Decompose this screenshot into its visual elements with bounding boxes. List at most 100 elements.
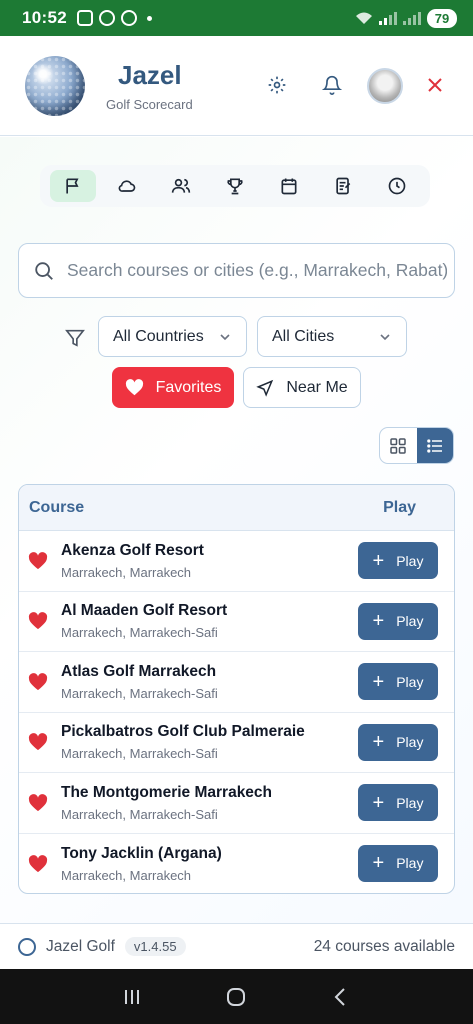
courses-count: 24 courses available xyxy=(313,937,455,955)
fingerprint-icon xyxy=(120,10,137,26)
tab-history[interactable] xyxy=(374,170,420,202)
gear-icon xyxy=(268,76,286,94)
table-row[interactable]: Tony Jacklin (Argana) Marrakech, Marrake… xyxy=(19,834,454,894)
status-circle-icon xyxy=(18,937,36,956)
play-button[interactable]: + Play xyxy=(358,784,438,821)
course-name: Tony Jacklin (Argana) xyxy=(61,844,222,862)
tab-courses[interactable] xyxy=(50,170,96,202)
favorite-heart-icon[interactable] xyxy=(28,733,48,751)
flag-icon xyxy=(66,178,79,194)
course-info: Akenza Golf Resort Marrakech, Marrakech xyxy=(61,542,204,580)
plus-icon: + xyxy=(372,731,385,753)
course-info: Tony Jacklin (Argana) Marrakech, Marrake… xyxy=(61,845,222,883)
plus-icon: + xyxy=(372,610,385,632)
course-name: Akenza Golf Resort xyxy=(61,541,204,559)
app-footer: Jazel Golf v1.4.55 24 courses available xyxy=(0,923,473,969)
play-button[interactable]: + Play xyxy=(358,663,438,700)
favorite-heart-icon[interactable] xyxy=(28,854,48,873)
table-row[interactable]: Al Maaden Golf Resort Marrakech, Marrake… xyxy=(19,592,454,652)
course-location: Marrakech, Marrakech xyxy=(61,564,192,580)
course-name: The Montgomerie Marrakech xyxy=(61,783,273,801)
tab-weather[interactable] xyxy=(104,170,150,202)
near-me-button[interactable]: Near Me xyxy=(243,367,361,408)
signal-2-icon xyxy=(403,11,421,25)
course-location: Marrakech, Marrakech-Safi xyxy=(61,746,218,762)
bell-icon xyxy=(322,75,342,95)
status-notification-icons xyxy=(76,10,152,26)
play-button-label: Play xyxy=(396,734,424,750)
status-bar: 10:52 79 xyxy=(0,0,473,36)
navigation-arrow-icon xyxy=(256,379,274,397)
column-header-course: Course xyxy=(29,498,85,516)
course-location: Marrakech, Marrakech-Safi xyxy=(61,685,218,701)
list-icon xyxy=(426,438,442,453)
back-icon[interactable] xyxy=(330,986,352,1008)
close-icon xyxy=(428,78,442,92)
table-row[interactable]: Atlas Golf Marrakech Marrakech, Marrakec… xyxy=(19,652,454,713)
plus-icon: + xyxy=(372,670,385,693)
course-location: Marrakech, Marrakech-Safi xyxy=(61,625,218,641)
plus-icon: + xyxy=(372,852,385,874)
course-location: Marrakech, Marrakech-Safi xyxy=(61,806,218,822)
table-row[interactable]: Pickalbatros Golf Club Palmeraie Marrake… xyxy=(19,713,454,773)
play-button[interactable]: + Play xyxy=(358,542,438,579)
search-input[interactable] xyxy=(67,260,447,281)
play-button-label: Play xyxy=(396,613,424,629)
chevron-down-icon xyxy=(380,333,390,340)
chevron-down-icon xyxy=(220,333,230,340)
tab-players[interactable] xyxy=(158,170,204,202)
near-me-button-label: Near Me xyxy=(286,378,348,396)
close-button[interactable] xyxy=(424,72,446,98)
tab-calendar[interactable] xyxy=(266,170,312,202)
favorites-button-label: Favorites xyxy=(155,378,222,396)
play-button[interactable]: + Play xyxy=(358,723,438,761)
favorite-heart-icon[interactable] xyxy=(28,612,48,630)
plus-icon: + xyxy=(372,549,385,572)
search-bar xyxy=(18,243,455,298)
play-button[interactable]: + Play xyxy=(358,602,438,640)
favorites-button[interactable]: Favorites xyxy=(112,367,234,408)
more-notifications-dot-icon xyxy=(146,15,152,21)
table-header: Course Play xyxy=(19,485,454,531)
cloud-icon xyxy=(118,180,136,192)
calendar-icon xyxy=(281,178,297,195)
heart-icon xyxy=(125,379,143,396)
wifi-icon xyxy=(356,12,372,24)
home-icon[interactable] xyxy=(225,986,247,1008)
favorite-heart-icon[interactable] xyxy=(28,551,48,570)
table-row[interactable]: The Montgomerie Marrakech Marrakech, Mar… xyxy=(19,773,454,834)
course-name: Pickalbatros Golf Club Palmeraie xyxy=(61,723,305,741)
country-select[interactable]: All Countries xyxy=(98,316,247,357)
list-view-button[interactable] xyxy=(416,428,453,463)
user-avatar[interactable] xyxy=(367,68,403,104)
column-header-play: Play xyxy=(383,498,416,516)
tab-bar xyxy=(40,165,430,207)
battery-level: 79 xyxy=(427,8,457,28)
tab-scorecard[interactable] xyxy=(320,170,366,202)
favorite-heart-icon[interactable] xyxy=(28,793,48,812)
play-button-label: Play xyxy=(396,855,424,871)
play-button-label: Play xyxy=(396,673,424,690)
grid-view-button[interactable] xyxy=(380,428,417,463)
search-icon xyxy=(35,261,53,280)
course-info: Pickalbatros Golf Club Palmeraie Marrake… xyxy=(61,723,305,761)
notifications-button[interactable] xyxy=(319,72,345,98)
city-select[interactable]: All Cities xyxy=(257,316,407,357)
footer-app-name: Jazel Golf xyxy=(46,937,115,955)
version-badge: v1.4.55 xyxy=(124,937,186,956)
app-title: Jazel xyxy=(118,60,182,90)
courses-table: Course Play Akenza Golf Resort Marrakech… xyxy=(18,484,455,894)
tab-leaderboard[interactable] xyxy=(212,170,258,202)
settings-button[interactable] xyxy=(264,72,290,98)
play-button[interactable]: + Play xyxy=(358,844,438,882)
country-select-value: All Countries xyxy=(113,327,204,345)
table-row[interactable]: Akenza Golf Resort Marrakech, Marrakech … xyxy=(19,531,454,592)
course-location: Marrakech, Marrakech xyxy=(61,867,192,883)
course-info: Al Maaden Golf Resort Marrakech, Marrake… xyxy=(61,602,227,640)
trophy-icon xyxy=(227,178,243,195)
screenshot-icon xyxy=(76,10,93,26)
favorite-heart-icon[interactable] xyxy=(28,672,48,691)
system-nav-bar xyxy=(0,969,473,1024)
recent-apps-icon[interactable] xyxy=(121,986,143,1008)
app-header: Jazel Golf Scorecard xyxy=(0,36,473,136)
